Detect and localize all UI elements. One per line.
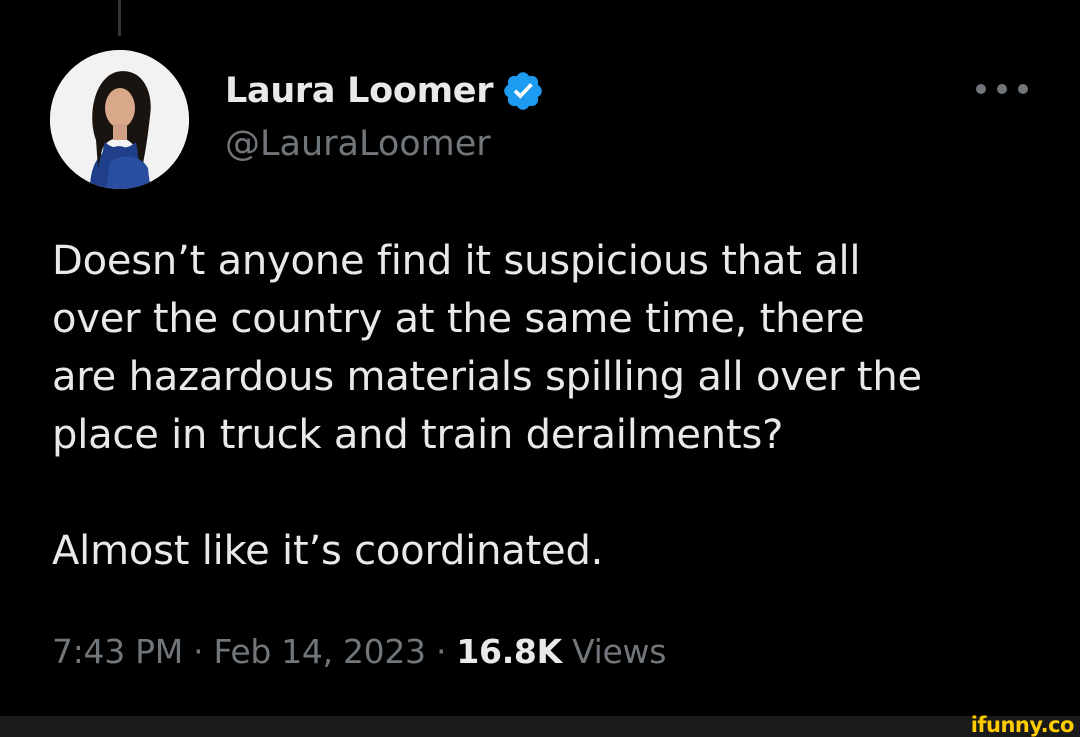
display-name[interactable]: Laura Loomer bbox=[225, 71, 493, 111]
more-dot bbox=[1018, 84, 1028, 94]
watermark-bar bbox=[0, 716, 1080, 737]
user-handle[interactable]: @LauraLoomer bbox=[225, 124, 491, 164]
meta-separator: · bbox=[435, 632, 447, 671]
views-count[interactable]: 16.8K bbox=[456, 632, 562, 671]
tweet-date[interactable]: Feb 14, 2023 bbox=[213, 632, 426, 671]
more-dot bbox=[976, 84, 986, 94]
tweet-text-line: Almost like it’s coordinated. bbox=[52, 528, 604, 574]
meta-separator: · bbox=[193, 632, 204, 671]
avatar[interactable] bbox=[50, 50, 189, 189]
views-label[interactable]: Views bbox=[572, 632, 666, 671]
tweet-text-line: place in truck and train derailments? bbox=[52, 412, 784, 458]
author-name-row: Laura Loomer bbox=[225, 66, 545, 116]
profile-photo-icon bbox=[50, 50, 189, 189]
thread-connector-line bbox=[118, 0, 121, 36]
tweet-text: Doesn’t anyone find it suspicious that a… bbox=[52, 232, 1062, 580]
tweet-text-line: are hazardous materials spilling all ove… bbox=[52, 354, 922, 400]
more-options-icon[interactable] bbox=[976, 72, 1028, 106]
tweet-time[interactable]: 7:43 PM bbox=[52, 632, 183, 671]
more-dot bbox=[997, 84, 1007, 94]
tweet-text-line: over the country at the same time, there bbox=[52, 296, 865, 342]
tweet-text-line: Doesn’t anyone find it suspicious that a… bbox=[52, 238, 861, 284]
tweet-metadata: 7:43 PM · Feb 14, 2023 · 16.8K Views bbox=[52, 632, 666, 671]
verified-badge-icon bbox=[501, 69, 545, 113]
ifunny-watermark: ifunny.co bbox=[970, 713, 1075, 737]
